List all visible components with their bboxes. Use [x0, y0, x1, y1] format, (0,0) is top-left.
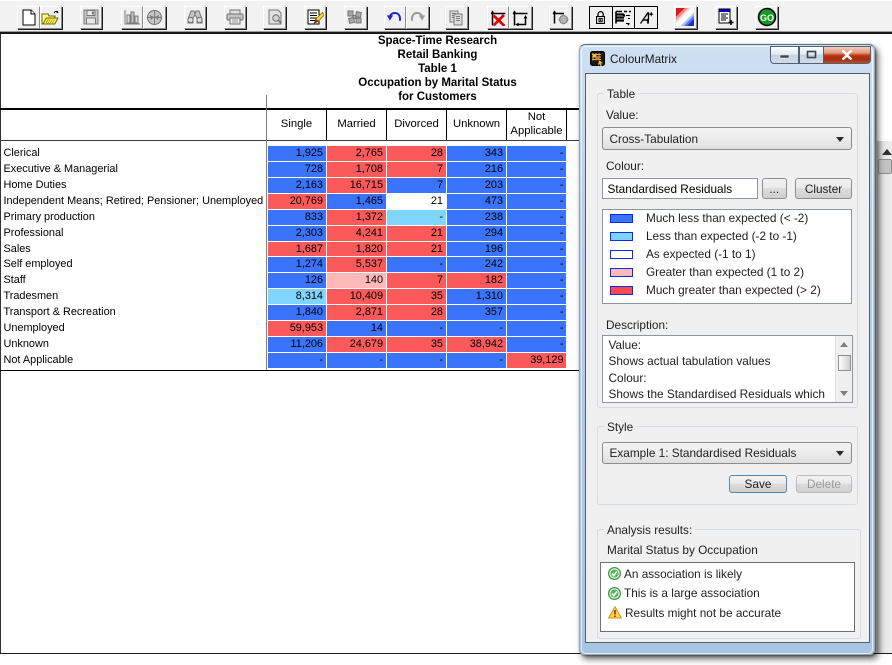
svg-text:GO: GO	[760, 13, 774, 23]
